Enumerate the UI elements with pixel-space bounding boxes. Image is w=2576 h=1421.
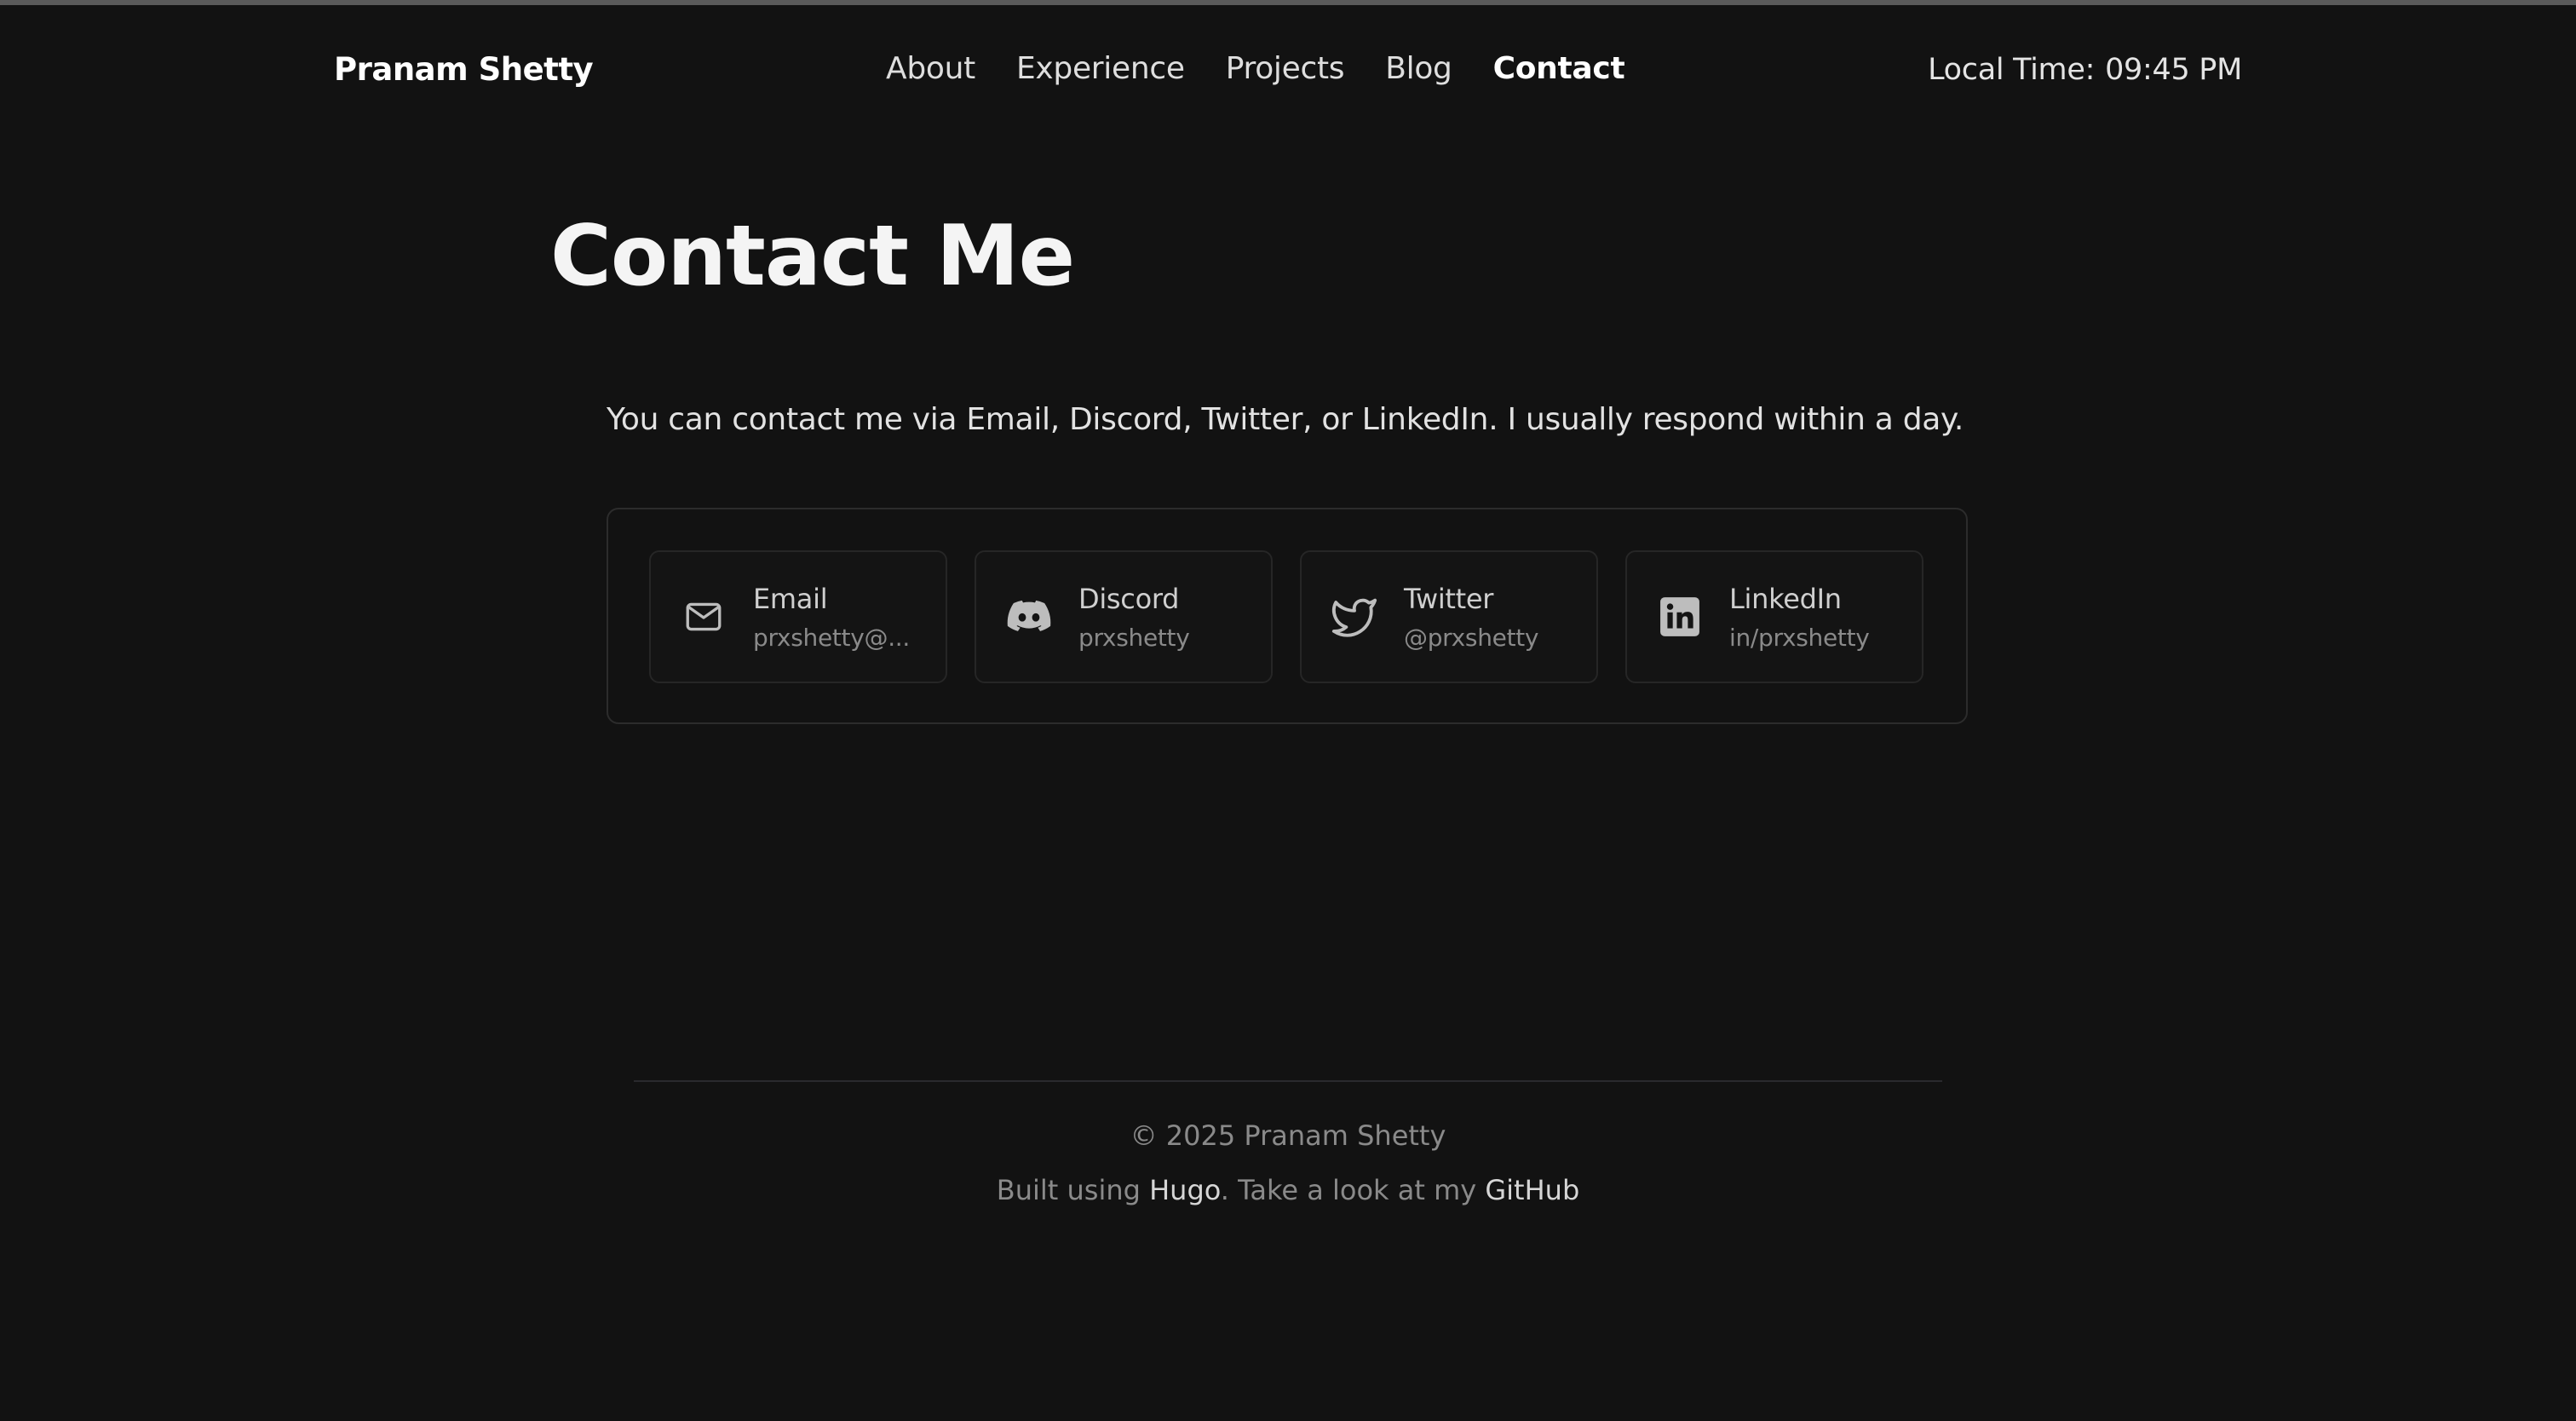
main-nav: About Experience Projects Blog Contact bbox=[886, 51, 1625, 86]
github-link[interactable]: GitHub bbox=[1485, 1174, 1579, 1206]
site-brand-link[interactable]: Pranam Shetty bbox=[334, 51, 594, 88]
contact-intro-text: You can contact me via Email, Discord, T… bbox=[607, 402, 1964, 437]
local-time-value: 09:45 PM bbox=[2105, 53, 2242, 87]
contact-card-linkedin[interactable]: LinkedIn in/prxshetty bbox=[1625, 550, 1923, 683]
footer-copyright: © 2025 Pranam Shetty bbox=[1130, 1119, 1446, 1152]
contact-card-label: Twitter bbox=[1404, 583, 1494, 615]
contact-card-twitter[interactable]: Twitter @prxshetty bbox=[1300, 550, 1598, 683]
contact-card-list: Email prxshetty@... Discord prxshetty Tw… bbox=[649, 550, 1923, 683]
site-header: Pranam Shetty About Experience Projects … bbox=[0, 5, 2576, 138]
contact-card-label: Email bbox=[753, 583, 828, 615]
twitter-icon bbox=[1329, 591, 1380, 642]
contact-card-value: prxshetty@... bbox=[753, 624, 910, 652]
hugo-link[interactable]: Hugo bbox=[1149, 1174, 1221, 1206]
local-time-label: Local Time: bbox=[1928, 53, 2096, 87]
contact-card-value: prxshetty bbox=[1078, 624, 1190, 652]
contact-card-discord[interactable]: Discord prxshetty bbox=[975, 550, 1273, 683]
nav-blog[interactable]: Blog bbox=[1385, 51, 1452, 86]
page-title: Contact Me bbox=[550, 208, 1075, 305]
footer-built-with: Built using Hugo. Take a look at my GitH… bbox=[0, 1174, 2576, 1206]
contact-card-label: Discord bbox=[1078, 583, 1180, 615]
nav-experience[interactable]: Experience bbox=[1016, 51, 1185, 86]
footer-built-prefix: Built using bbox=[996, 1174, 1150, 1206]
footer-built-middle: . Take a look at my bbox=[1220, 1174, 1486, 1206]
discord-icon bbox=[1003, 591, 1055, 642]
contact-card-frame: Email prxshetty@... Discord prxshetty Tw… bbox=[607, 508, 1968, 724]
local-time: Local Time: 09:45 PM bbox=[1928, 53, 2242, 87]
nav-about[interactable]: About bbox=[886, 51, 975, 86]
footer-divider bbox=[634, 1080, 1942, 1082]
contact-card-value: in/prxshetty bbox=[1729, 624, 1870, 652]
linkedin-icon bbox=[1654, 591, 1705, 642]
contact-card-label: LinkedIn bbox=[1729, 583, 1842, 615]
contact-card-email[interactable]: Email prxshetty@... bbox=[649, 550, 947, 683]
nav-projects[interactable]: Projects bbox=[1226, 51, 1345, 86]
mail-icon bbox=[678, 591, 729, 642]
contact-card-value: @prxshetty bbox=[1404, 624, 1539, 652]
nav-contact[interactable]: Contact bbox=[1493, 51, 1625, 86]
